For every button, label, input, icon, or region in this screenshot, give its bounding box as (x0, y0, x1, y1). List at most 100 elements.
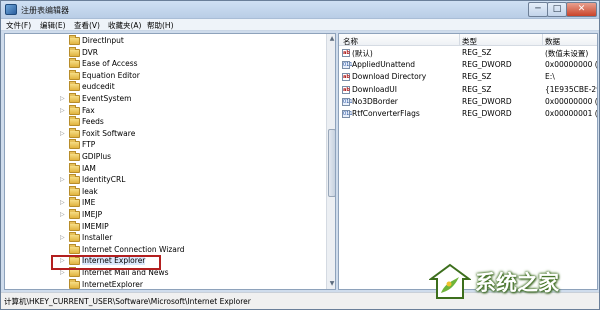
tree-item[interactable]: ▷ Foxit Software (5, 127, 327, 140)
value-name: DownloadUI (352, 84, 397, 94)
tree-item-label: InternetExplorer (82, 279, 144, 289)
column-divider[interactable] (459, 34, 460, 46)
string-value-icon: ab (342, 85, 350, 94)
highlight-annotation-box (51, 255, 161, 270)
registry-values-list[interactable]: 名称 类型 数据 ab (默认) REG_SZ (数值未设置) 011 AppliedUn… (338, 33, 598, 290)
folder-icon (69, 151, 80, 161)
tree-item[interactable]: ▷ IdentityCRL (5, 174, 327, 186)
tree-item-label: GDIPlus (82, 152, 112, 161)
folder-icon (69, 127, 80, 138)
scrollbar-thumb[interactable] (328, 129, 335, 197)
tree-expander-arrow-icon[interactable]: ▷ (60, 269, 65, 276)
value-type: REG_DWORD (462, 96, 512, 106)
folder-icon (69, 46, 80, 57)
binary-value-icon: 011 (342, 97, 353, 106)
menu-view[interactable]: 查看(V) (74, 20, 100, 31)
window-title: 注册表编辑器 (21, 6, 69, 15)
tree-expander-arrow-icon[interactable]: ▷ (60, 211, 65, 218)
tree-item-label: IMEMIP (82, 221, 109, 231)
regedit-app-icon (5, 4, 17, 15)
tree-item-label: IAM (82, 163, 96, 173)
tree-item-label: EventSystem (82, 94, 132, 103)
folder-icon (69, 35, 80, 45)
close-button[interactable]: ✕ (566, 2, 597, 17)
site-watermark: 系统之家 (429, 259, 599, 307)
column-header-name[interactable]: 名称 (343, 36, 358, 47)
value-row[interactable]: ab Download Directory REG_SZ E:\ (339, 71, 597, 83)
tree-expander-arrow-icon[interactable]: ▷ (60, 107, 65, 114)
value-row[interactable]: 011 RtfConverterFlags REG_DWORD 0x00000001 … (339, 108, 597, 120)
folder-icon (69, 139, 80, 150)
tree-item-label: Foxit Software (82, 128, 136, 138)
tree-item[interactable]: ▷ Fax (5, 104, 327, 117)
tree-expander-arrow-icon[interactable]: ▷ (60, 234, 65, 241)
scroll-up-arrow-icon[interactable]: ▲ (327, 34, 335, 44)
tree-item[interactable]: ▷ Installer (5, 232, 327, 244)
tree-item[interactable]: InternetExplorer (5, 278, 327, 289)
tree-item[interactable]: eudcedit (5, 81, 327, 93)
tree-expander-arrow-icon[interactable]: ▷ (60, 95, 65, 102)
tree-item-label: DirectInput (82, 36, 124, 45)
tree-item-label: FTP (82, 140, 96, 150)
watermark-text: 系统之家 (475, 271, 559, 295)
tree-item[interactable]: ▷ EventSystem (5, 93, 327, 105)
menu-bar: 文件(F) 编辑(E) 查看(V) 收藏夹(A) 帮助(H) (1, 19, 599, 31)
tree-item-label: DVR (82, 47, 98, 57)
tree-item[interactable]: IAM (5, 162, 327, 175)
tree-item[interactable]: Feeds (5, 116, 327, 128)
tree-item[interactable]: GDIPlus (5, 151, 327, 163)
tree-expander-arrow-icon[interactable]: ▷ (60, 176, 65, 183)
tree-item-label: Equation Editor (82, 70, 140, 80)
tree-item[interactable]: Ease of Access (5, 58, 327, 70)
string-value-icon: ab (342, 49, 350, 57)
folder-icon (69, 104, 80, 115)
folder-icon (69, 232, 80, 243)
menu-edit[interactable]: 编辑(E) (40, 20, 66, 31)
tree-item[interactable]: DVR (5, 46, 327, 59)
tree-item[interactable]: Equation Editor (5, 69, 327, 82)
value-data: 0x00000000 (0 (545, 96, 597, 106)
value-type: REG_DWORD (462, 60, 512, 70)
value-row[interactable]: ab (默认) REG_SZ (数值未设置) (339, 47, 597, 59)
folder-icon (69, 69, 80, 80)
folder-icon (69, 278, 80, 289)
value-data: {1E935CBE-29 (545, 84, 597, 94)
tree-expander-arrow-icon[interactable]: ▷ (60, 199, 65, 206)
value-type: REG_SZ (462, 84, 492, 94)
value-type: REG_SZ (462, 48, 492, 57)
tree-expander-arrow-icon[interactable]: ▷ (60, 130, 65, 137)
tree-vertical-scrollbar[interactable]: ▲ ▼ (326, 34, 335, 289)
menu-file[interactable]: 文件(F) (6, 20, 31, 31)
minimize-button[interactable]: ─ (528, 2, 548, 17)
tree-item[interactable]: ▷ IME (5, 197, 327, 209)
list-header: 名称 类型 数据 (339, 34, 597, 46)
tree-item-label: Internet Connection Wizard (82, 244, 185, 254)
tree-item-label: IMEJP (82, 210, 103, 219)
column-header-type[interactable]: 类型 (462, 36, 477, 47)
column-header-data[interactable]: 数据 (545, 36, 560, 47)
tree-item[interactable]: DirectInput (5, 35, 327, 47)
registry-key-tree[interactable]: DirectInput DVR Ease of Access Equation Edi… (4, 33, 336, 290)
status-key-path: 计算机\HKEY_CURRENT_USER\Software\Microsoft… (4, 297, 251, 306)
tree-item[interactable]: IMEMIP (5, 220, 327, 233)
menu-help[interactable]: 帮助(H) (147, 20, 174, 31)
scroll-down-arrow-icon[interactable]: ▼ (327, 279, 335, 289)
value-row[interactable]: 011 No3DBorder REG_DWORD 0x00000000 (0 (339, 96, 597, 108)
tree-item-label: Fax (82, 105, 95, 115)
tree-item-label: Ieak (82, 186, 98, 196)
watermark-logo-icon (429, 263, 471, 299)
tree-item-label: IME (82, 198, 96, 208)
tree-item[interactable]: Ieak (5, 185, 327, 198)
tree-item[interactable]: FTP (5, 139, 327, 151)
folder-icon (69, 58, 80, 69)
maximize-button[interactable]: □ (547, 2, 567, 17)
menu-favorites[interactable]: 收藏夹(A) (108, 20, 141, 31)
value-row[interactable]: ab DownloadUI REG_SZ {1E935CBE-29 (339, 84, 597, 96)
tree-item[interactable]: Internet Connection Wizard (5, 243, 327, 256)
tree-item-label: Ease of Access (82, 59, 138, 69)
folder-icon (69, 93, 80, 103)
column-divider[interactable] (542, 34, 543, 46)
value-row[interactable]: 011 AppliedUnattend REG_DWORD 0x00000000 (0 (339, 59, 597, 71)
tree-item[interactable]: ▷ IMEJP (5, 209, 327, 221)
title-bar[interactable]: 注册表编辑器 ─ □ ✕ (1, 1, 599, 19)
